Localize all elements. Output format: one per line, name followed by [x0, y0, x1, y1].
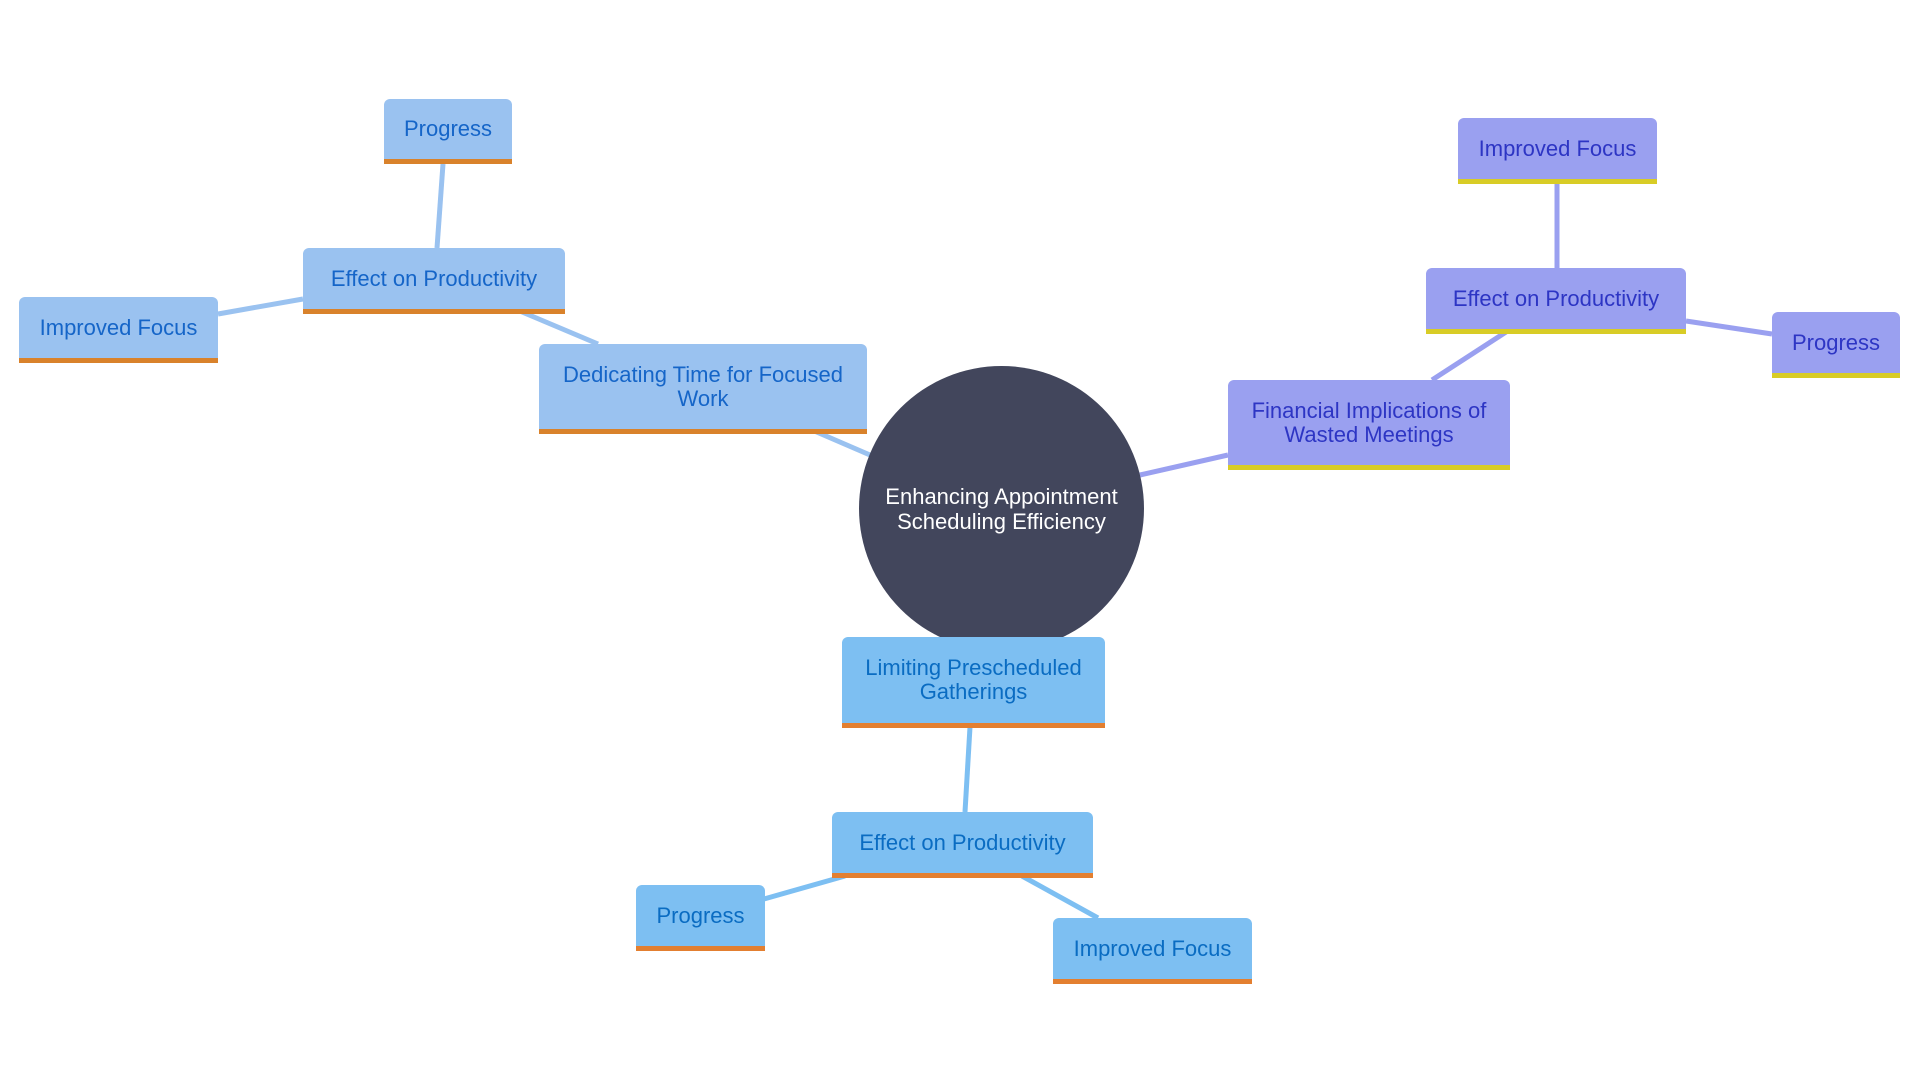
node-label: Effect on Productivity	[1452, 285, 1660, 311]
root-label: Enhancing Appointment Scheduling Efficie…	[885, 483, 1118, 534]
edge-effect-focus-left	[217, 296, 304, 317]
edge-effect-progress-left	[434, 163, 446, 249]
edge-effect-focus-bottom	[1020, 873, 1100, 921]
edge-root-financial	[1139, 452, 1229, 478]
node-label: Progress	[403, 116, 493, 141]
node-label: Effect on Productivity	[330, 265, 538, 291]
node-label: Progress	[1791, 329, 1881, 355]
edge-limiting-effect	[962, 726, 973, 813]
node-label: Financial Implications of Wasted Meeting…	[1251, 397, 1487, 447]
node-effect-productivity-bottom[interactable]: Effect on Productivity	[832, 812, 1093, 878]
edge-effect-progress-bottom	[763, 873, 846, 902]
node-progress-bottom[interactable]: Progress	[636, 885, 765, 951]
node-label: Progress	[656, 902, 745, 928]
node-improved-focus-right[interactable]: Improved Focus	[1458, 118, 1657, 184]
node-label: Effect on Productivity	[859, 829, 1066, 855]
node-effect-productivity-left[interactable]: Effect on Productivity	[303, 248, 565, 314]
node-label: Improved Focus	[1073, 935, 1232, 961]
node-dedicating-time[interactable]: Dedicating Time for Focused Work	[539, 344, 867, 434]
edge-effect-progress-right	[1685, 318, 1773, 337]
node-label: Improved Focus	[39, 314, 198, 340]
node-label: Limiting Prescheduled Gatherings	[865, 655, 1082, 704]
node-limiting-gatherings[interactable]: Limiting Prescheduled Gatherings	[842, 637, 1105, 728]
edge-financial-effect	[1430, 329, 1508, 383]
node-progress-right[interactable]: Progress	[1772, 312, 1900, 378]
node-progress-left[interactable]: Progress	[384, 99, 512, 164]
node-label: Dedicating Time for Focused Work	[562, 361, 844, 411]
node-effect-productivity-right[interactable]: Effect on Productivity	[1426, 268, 1686, 334]
root-node[interactable]: Enhancing Appointment Scheduling Efficie…	[859, 366, 1144, 651]
node-improved-focus-bottom[interactable]: Improved Focus	[1053, 918, 1252, 984]
node-financial-implications[interactable]: Financial Implications of Wasted Meeting…	[1228, 380, 1510, 470]
node-label: Improved Focus	[1478, 135, 1637, 161]
edge-dedicating-effect	[514, 306, 599, 347]
node-improved-focus-left[interactable]: Improved Focus	[19, 297, 218, 363]
